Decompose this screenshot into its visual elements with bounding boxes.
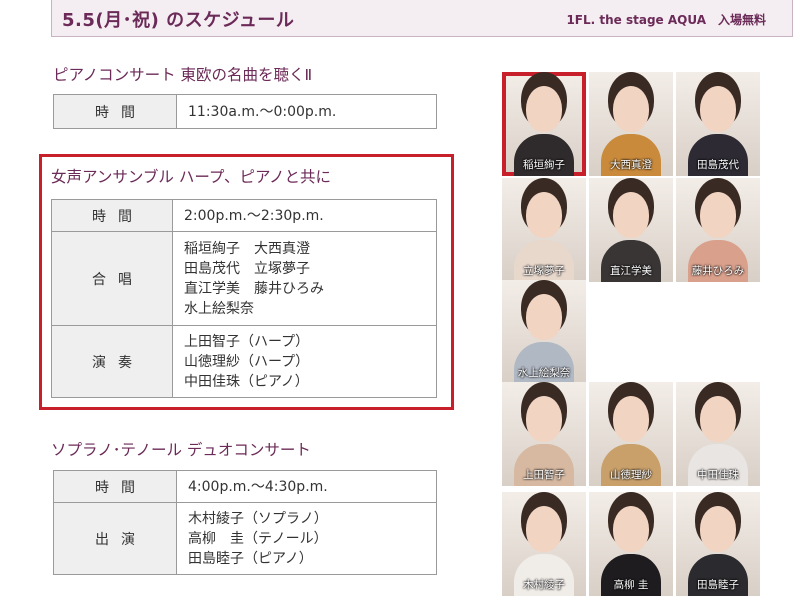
table-row: 時間 4:00p.m.～4:30p.m. [53,470,437,503]
section-title-piano-concert: ピアノコンサート 東欧の名曲を聴くⅡ [53,66,313,84]
photo-caption: 立塚夢子 [523,265,565,277]
performer-photo: 水上絵梨奈 [502,280,586,384]
value-line: 高柳 圭（テノール） [188,530,328,547]
performer-photo: 上田智子 [502,382,586,486]
row-value: 2:00p.m.～2:30p.m. [172,199,437,232]
row-value: 11:30a.m.～0:00p.m. [176,94,437,129]
performer-photo: 中田佳珠 [676,382,760,486]
photo-caption: 水上絵梨奈 [517,367,571,379]
photo-caption: 山徳理紗 [610,469,652,481]
table-row: 時間 11:30a.m.～0:00p.m. [53,94,437,129]
row-label: 演奏 [51,325,173,398]
performer-photo: 直江学美 [589,178,673,282]
page-title: 5.5(月･祝) のスケジュール [62,10,295,31]
photo-caption: 藤井ひろみ [691,265,745,277]
performer-photo: 田島睦子 [676,492,760,596]
row-label: 時間 [53,94,177,129]
photo-caption: 中田佳珠 [697,469,739,481]
performer-photo: 木村綾子 [502,492,586,596]
table-row: 時間 2:00p.m.～2:30p.m. [51,199,437,232]
value-line: 中田佳珠（ピアノ） [184,373,309,390]
value-line: 山徳理紗（ハープ） [184,353,310,370]
photo-caption: 田島茂代 [697,159,739,171]
row-label: 時間 [53,470,177,503]
photo-caption: 木村綾子 [523,579,565,591]
schedule-header: 5.5(月･祝) のスケジュール 1FL. the stage AQUA 入場無… [51,0,793,37]
performer-photo: 山徳理紗 [589,382,673,486]
schedule-table-duo-concert: 時間 4:00p.m.～4:30p.m. 出演 木村綾子（ソプラノ） 高柳 圭（… [53,470,437,575]
photo-caption: 上田智子 [523,469,565,481]
row-value: 木村綾子（ソプラノ） 高柳 圭（テノール） 田島睦子（ピアノ） [176,502,437,575]
value-line: 木村綾子（ソプラノ） [188,510,328,527]
value-line: 直江学美 藤井ひろみ [184,280,324,297]
photo-caption: 大西真澄 [610,159,652,171]
performer-photo: 大西真澄 [589,72,673,176]
table-row: 演奏 上田智子（ハープ） 山徳理紗（ハープ） 中田佳珠（ピアノ） [51,325,437,398]
row-label: 時間 [51,199,173,232]
row-value: 稲垣絢子 大西真澄 田島茂代 立塚夢子 直江学美 藤井ひろみ 水上絵梨奈 [172,231,437,326]
value-line: 上田智子（ハープ） [184,333,310,350]
table-row: 出演 木村綾子（ソプラノ） 高柳 圭（テノール） 田島睦子（ピアノ） [53,502,437,575]
row-value: 4:00p.m.～4:30p.m. [176,470,437,503]
row-label: 出演 [53,502,177,575]
value-line: 稲垣絢子 大西真澄 [184,240,310,257]
photo-caption: 稲垣絢子 [523,159,565,171]
value-line: 田島睦子（ピアノ） [188,550,313,567]
section-title-duo-concert: ソプラノ･テノール デュオコンサート [51,441,311,459]
value-line: 田島茂代 立塚夢子 [184,260,310,277]
venue-info: 1FL. the stage AQUA 入場無料 [566,13,766,27]
section-title-ensemble: 女声アンサンブル ハープ、ピアノと共に [51,168,332,186]
photo-caption: 田島睦子 [697,579,739,591]
performer-photo: 高柳 圭 [589,492,673,596]
row-value: 上田智子（ハープ） 山徳理紗（ハープ） 中田佳珠（ピアノ） [172,325,437,398]
performer-photo: 田島茂代 [676,72,760,176]
performer-photo: 立塚夢子 [502,178,586,282]
row-label: 合唱 [51,231,173,326]
schedule-table-ensemble: 時間 2:00p.m.～2:30p.m. 合唱 稲垣絢子 大西真澄 田島茂代 立… [51,199,437,398]
photo-caption: 直江学美 [610,265,652,277]
table-row: 合唱 稲垣絢子 大西真澄 田島茂代 立塚夢子 直江学美 藤井ひろみ 水上絵梨奈 [51,231,437,326]
photo-caption: 高柳 圭 [613,579,649,591]
value-line: 水上絵梨奈 [184,300,254,317]
schedule-table-piano-concert: 時間 11:30a.m.～0:00p.m. [53,94,437,129]
performer-photo: 稲垣絢子 [502,72,586,176]
performer-photo: 藤井ひろみ [676,178,760,282]
